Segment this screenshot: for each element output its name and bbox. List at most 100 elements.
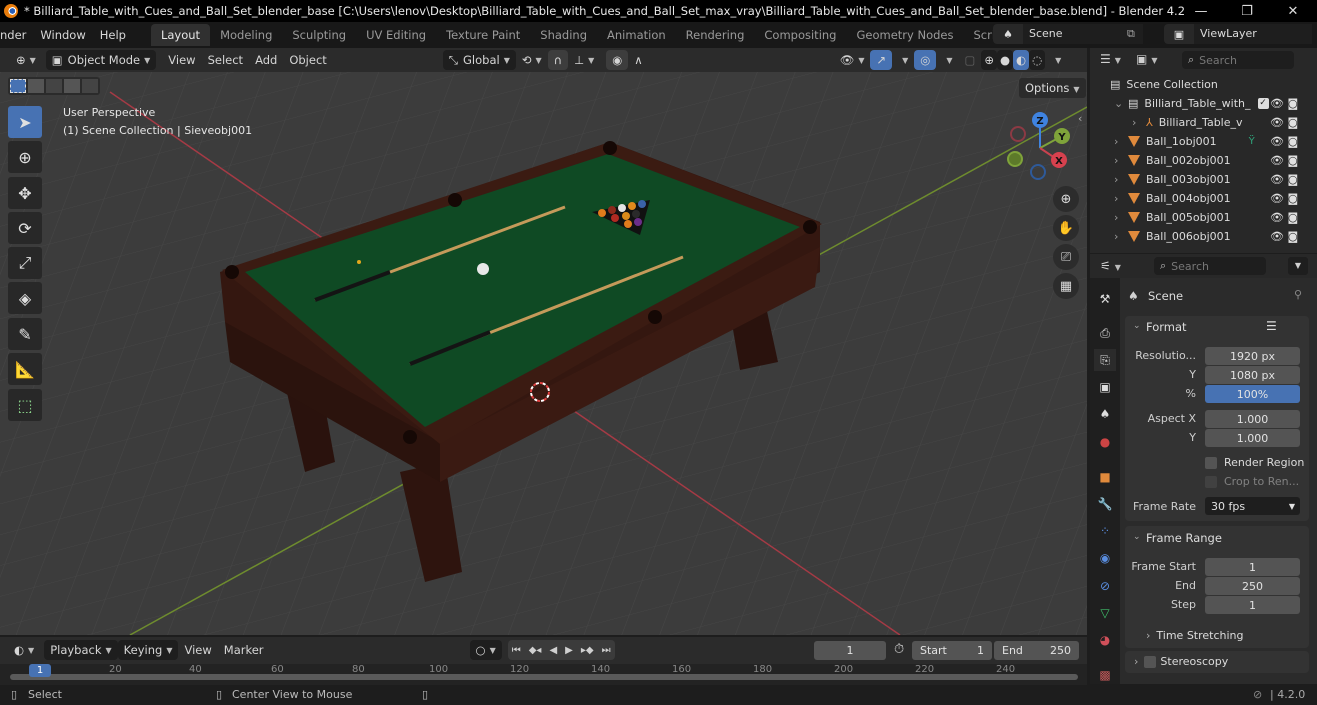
shading-wireframe[interactable]: ⊕ bbox=[981, 50, 997, 70]
annotate-tool[interactable]: ✎ bbox=[8, 318, 42, 350]
stereoscopy-header[interactable]: › Stereoscopy bbox=[1134, 655, 1228, 668]
world-tab-icon[interactable]: ● bbox=[1094, 431, 1116, 453]
editor-type-button[interactable]: ◐ ▼ bbox=[8, 640, 40, 660]
select-box-tool[interactable]: ➤ bbox=[8, 106, 42, 138]
eye-icon[interactable]: 👁 ◙ bbox=[1270, 208, 1310, 227]
object-tab-icon[interactable]: ■ bbox=[1094, 466, 1116, 488]
resolution-percent-slider[interactable]: 100% bbox=[1205, 385, 1300, 403]
timeline-ruler[interactable]: 1 20 40 60 80 100 120 140 160 180 200 22… bbox=[0, 664, 1087, 685]
move-tool[interactable]: ✥ bbox=[8, 177, 42, 209]
eye-icon[interactable]: 👁 ◙ bbox=[1270, 94, 1310, 113]
shading-dropdown[interactable]: ▼ bbox=[1045, 50, 1067, 70]
scene-selector[interactable]: ♠ Scene bbox=[993, 24, 1143, 44]
menu-window[interactable]: Window bbox=[33, 24, 92, 46]
falloff-button[interactable]: ∧ bbox=[628, 50, 648, 70]
overlay-dropdown[interactable]: ▼ bbox=[936, 50, 958, 70]
menu-playback[interactable]: Playback ▼ bbox=[44, 640, 118, 660]
rotate-tool[interactable]: ⟳ bbox=[8, 212, 42, 244]
camera-view-icon[interactable]: ⎚ bbox=[1053, 244, 1079, 270]
measure-tool[interactable]: 📐 bbox=[8, 353, 42, 385]
viewlayer-name[interactable]: ViewLayer bbox=[1194, 24, 1312, 44]
options-button[interactable]: Options ▼ bbox=[1019, 78, 1086, 98]
3d-viewport[interactable]: User Perspective (1) Scene Collection | … bbox=[0, 72, 1087, 635]
frame-end-field[interactable]: 250 bbox=[1205, 577, 1300, 595]
mode-selector[interactable]: ▣ Object Mode ▼ bbox=[45, 50, 157, 70]
select-invert-icon[interactable] bbox=[64, 79, 80, 93]
object-visibility-button[interactable]: 👁 ▼ bbox=[834, 50, 871, 70]
menu-help[interactable]: Help bbox=[93, 24, 133, 46]
output-tab-icon[interactable]: ⎘ bbox=[1094, 349, 1116, 371]
time-stretching-subpanel[interactable]: › Time Stretching bbox=[1146, 629, 1244, 642]
tab-layout[interactable]: Layout bbox=[150, 24, 211, 46]
options-dropdown[interactable]: ▼ bbox=[1288, 257, 1308, 275]
auto-keying-toggle[interactable]: ○ ▼ bbox=[469, 640, 502, 660]
minimize-button[interactable]: — bbox=[1178, 0, 1224, 22]
scene-name[interactable]: Scene bbox=[1023, 24, 1143, 44]
view-layer-tab-icon[interactable]: ▣ bbox=[1094, 376, 1116, 398]
eye-icon[interactable]: 👁 ◙ bbox=[1270, 227, 1310, 246]
playhead-indicator[interactable]: 1 bbox=[29, 664, 51, 677]
gizmo-dropdown[interactable]: ▼ bbox=[892, 50, 914, 70]
filter-icon[interactable]: ▣ ▼ bbox=[1136, 52, 1158, 66]
shading-rendered[interactable]: ◌ bbox=[1029, 50, 1046, 70]
editor-type-button[interactable]: ⊕ ▼ bbox=[10, 50, 42, 70]
expand-chevron-icon[interactable]: › bbox=[1132, 116, 1146, 129]
select-extend-icon[interactable] bbox=[28, 79, 44, 93]
resolution-y-field[interactable]: 1080 px bbox=[1205, 366, 1300, 384]
scene-tab-icon[interactable]: ♠ bbox=[1094, 403, 1116, 425]
jump-end-icon[interactable]: ⏭ bbox=[598, 645, 615, 656]
texture-tab-icon[interactable]: ▩ bbox=[1094, 664, 1116, 686]
eye-icon[interactable]: 👁 ◙ bbox=[1270, 189, 1310, 208]
data-tab-icon[interactable]: ▽ bbox=[1094, 602, 1116, 624]
tab-animation[interactable]: Animation bbox=[597, 24, 676, 46]
physics-tab-icon[interactable]: ◉ bbox=[1094, 547, 1116, 569]
expand-chevron-icon[interactable]: › bbox=[1114, 230, 1128, 243]
perspective-toggle-grid-icon[interactable]: ▦ bbox=[1053, 273, 1079, 299]
gizmo-neg-z[interactable] bbox=[1030, 164, 1046, 180]
panel-collapse-chevron-icon[interactable]: ⌄ bbox=[1133, 532, 1141, 542]
menu-add[interactable]: Add bbox=[249, 50, 283, 70]
stereoscopy-checkbox[interactable] bbox=[1144, 655, 1157, 668]
menu-render[interactable]: nder bbox=[0, 24, 33, 46]
close-button[interactable]: ✕ bbox=[1270, 0, 1316, 22]
checkbox[interactable] bbox=[1205, 456, 1217, 469]
resolution-x-field[interactable]: 1920 px bbox=[1205, 347, 1300, 365]
modifier-tab-icon[interactable]: 🔧 bbox=[1094, 493, 1116, 515]
eye-icon[interactable]: 👁 ◙ bbox=[1270, 170, 1310, 189]
navigation-gizmo[interactable]: Z Y X bbox=[1000, 110, 1080, 185]
prev-keyframe-icon[interactable]: ◆◂ bbox=[525, 645, 546, 656]
select-subtract-icon[interactable] bbox=[46, 79, 62, 93]
menu-select[interactable]: Select bbox=[202, 50, 249, 70]
expand-chevron-icon[interactable]: › bbox=[1114, 173, 1128, 186]
crop-to-region-checkbox[interactable]: Crop to Ren... bbox=[1205, 475, 1299, 488]
snap-toggle[interactable]: ∩ bbox=[547, 50, 569, 70]
frame-step-field[interactable]: 1 bbox=[1205, 596, 1300, 614]
sidebar-collapse-icon[interactable]: ‹ bbox=[1078, 112, 1082, 125]
pivot-point-button[interactable]: ⟲ ▼ bbox=[516, 50, 548, 70]
constraints-tab-icon[interactable]: ⊘ bbox=[1094, 575, 1116, 597]
outliner-search-input[interactable]: ⌕ Search bbox=[1182, 51, 1294, 69]
gizmo-toggle[interactable]: ↗ bbox=[870, 50, 893, 70]
tab-sculpting[interactable]: Sculpting bbox=[282, 24, 356, 46]
particles-tab-icon[interactable]: ⁘ bbox=[1094, 520, 1116, 542]
scene-new-icon[interactable]: ⧉ bbox=[1127, 27, 1135, 41]
next-keyframe-icon[interactable]: ▸◆ bbox=[577, 645, 598, 656]
eye-icon[interactable]: 👁 ◙ bbox=[1270, 151, 1310, 170]
outliner-scene-collection[interactable]: ▤ Scene Collection bbox=[1110, 75, 1317, 94]
exclude-checkbox[interactable]: ✓ bbox=[1257, 98, 1269, 109]
gizmo-neg-y[interactable] bbox=[1007, 151, 1023, 167]
menu-object[interactable]: Object bbox=[283, 50, 332, 70]
stopwatch-icon[interactable]: ⏱ bbox=[894, 642, 904, 657]
current-frame-field[interactable]: 1 bbox=[814, 641, 886, 660]
tab-compositing[interactable]: Compositing bbox=[754, 24, 846, 46]
proportional-edit-toggle[interactable]: ◉ bbox=[606, 50, 629, 70]
menu-keying[interactable]: Keying ▼ bbox=[117, 640, 179, 660]
pan-view-hand-icon[interactable]: ✋ bbox=[1053, 215, 1079, 241]
play-icon[interactable]: ▶ bbox=[561, 645, 577, 656]
transform-tool[interactable]: ◈ bbox=[8, 282, 42, 314]
tab-geometry-nodes[interactable]: Geometry Nodes bbox=[846, 24, 963, 46]
material-tab-icon[interactable]: ◕ bbox=[1094, 629, 1116, 651]
expand-chevron-icon[interactable]: › bbox=[1114, 135, 1128, 148]
tab-shading[interactable]: Shading bbox=[530, 24, 597, 46]
shading-material[interactable]: ◐ bbox=[1013, 50, 1030, 70]
